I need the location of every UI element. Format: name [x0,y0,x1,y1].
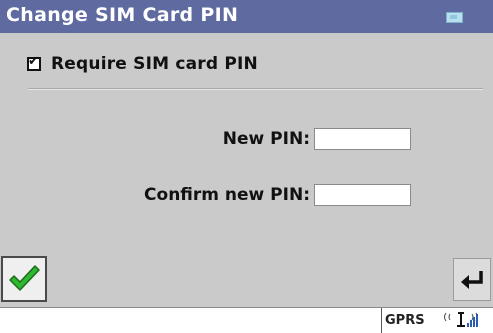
require-pin-row[interactable]: Require SIM card PIN [27,53,258,75]
checkmark-icon [9,265,40,291]
status-separator [381,308,382,333]
ok-button[interactable] [1,256,47,302]
require-pin-label[interactable]: Require SIM card PIN [51,54,258,74]
back-arrow-icon [461,271,483,289]
network-type-label: GPRS [385,313,425,328]
content-area: Require SIM card PIN New PIN: Confirm ne… [0,33,493,255]
confirm-pin-label: Confirm new PIN: [144,185,310,205]
confirm-pin-input[interactable] [314,184,411,206]
battery-icon [446,12,463,23]
new-pin-input[interactable] [314,128,411,150]
signal-strength-icon [444,312,478,327]
divider [28,88,483,90]
new-pin-label: New PIN: [222,129,310,149]
title-bar: Change SIM Card PIN [0,0,493,33]
screen: Change SIM Card PIN Require SIM card PIN… [0,0,493,333]
back-button[interactable] [453,258,491,301]
status-bar: GPRS [0,307,493,333]
toolbar [0,255,493,307]
window-title: Change SIM Card PIN [6,4,239,26]
require-pin-checkbox[interactable] [27,54,41,71]
